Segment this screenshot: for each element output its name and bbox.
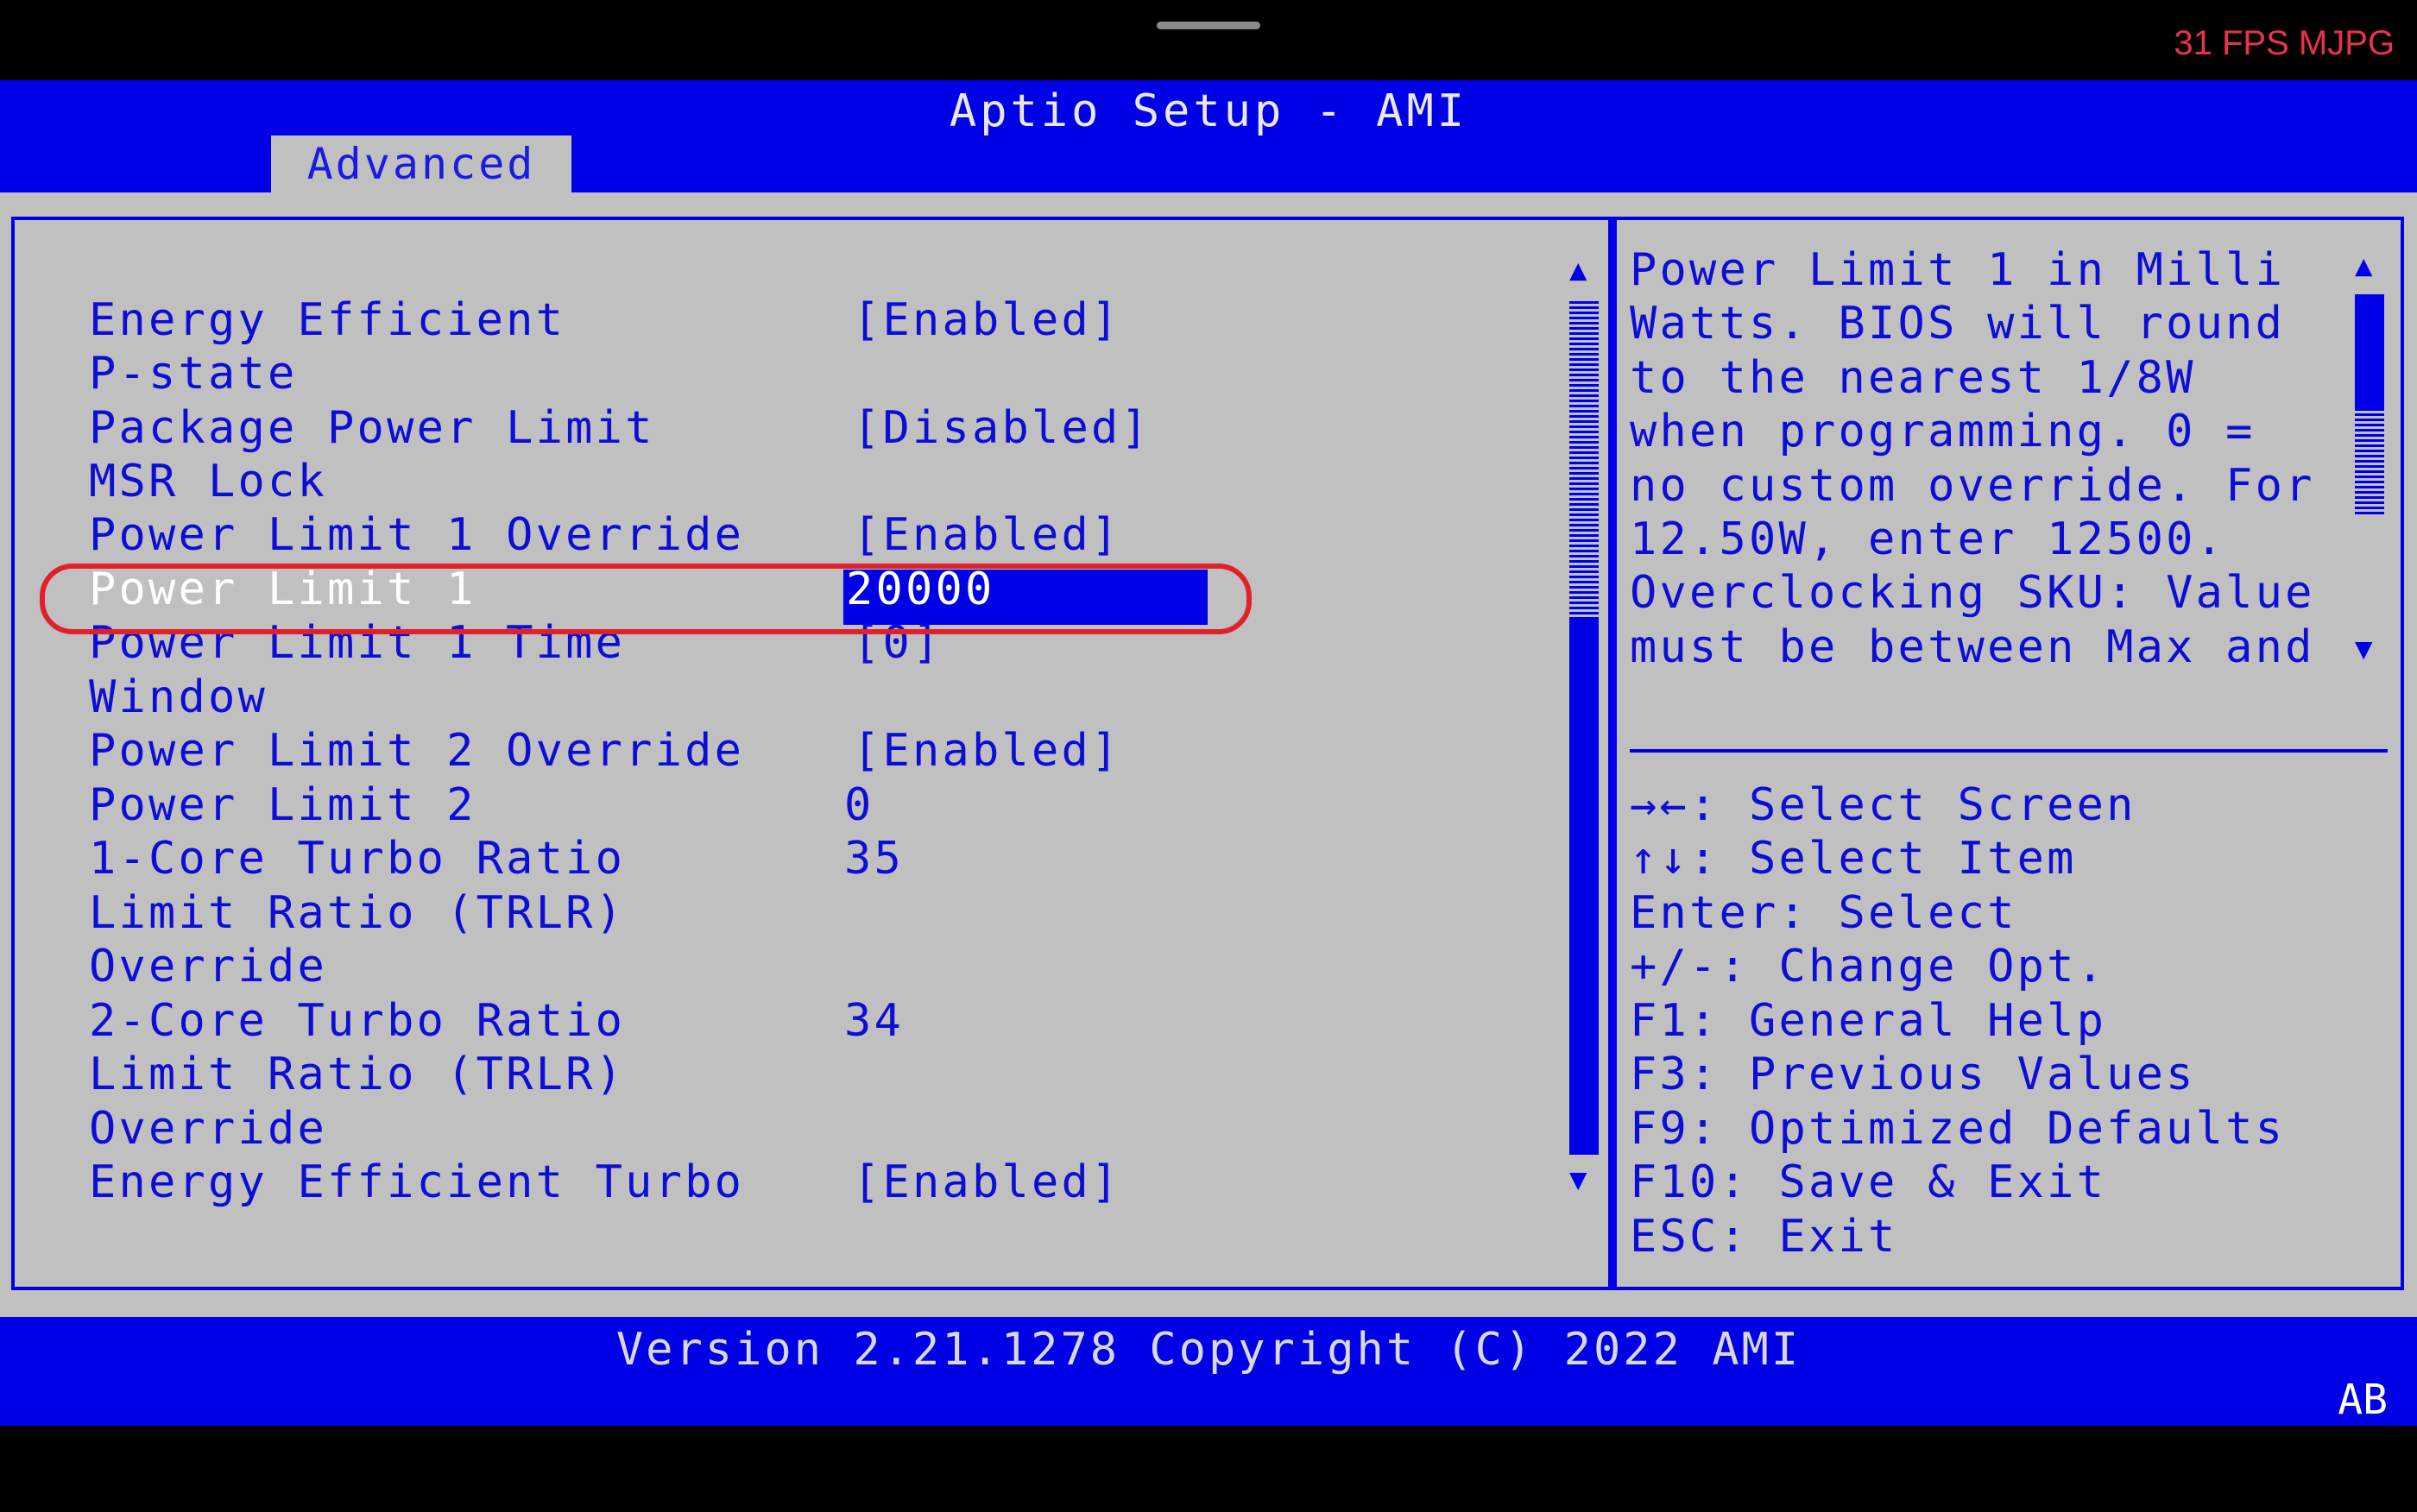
setting-label: Override: [89, 941, 328, 992]
key-hint: F1: General Help: [1630, 995, 2107, 1047]
setting-label[interactable]: Energy Efficient Turbo: [89, 1156, 744, 1208]
setting-value[interactable]: [Disabled]: [853, 402, 1151, 454]
help-text-line: Overclocking SKU: Value: [1630, 567, 2315, 619]
setting-label: P-state: [89, 348, 298, 400]
key-hint: F3: Previous Values: [1630, 1049, 2196, 1100]
scrollbar-track[interactable]: [1569, 300, 1599, 620]
help-text-line: must be between Max and: [1630, 621, 2315, 673]
key-hint: F9: Optimized Defaults: [1630, 1103, 2286, 1155]
scroll-down-arrow-icon[interactable]: ▼: [2355, 634, 2372, 664]
header: Aptio Setup - AMI Advanced: [0, 80, 2417, 192]
footer: Version 2.21.1278 Copyright (C) 2022 AMI…: [0, 1317, 2417, 1426]
key-hint: →←: Select Screen: [1630, 779, 2136, 831]
setting-label[interactable]: Power Limit 2 Override: [89, 725, 744, 777]
setting-value[interactable]: [Enabled]: [853, 725, 1121, 777]
setting-label: Limit Ratio (TRLR): [89, 1049, 626, 1100]
setting-value[interactable]: [Enabled]: [853, 294, 1121, 346]
setting-label: MSR Lock: [89, 456, 328, 507]
help-text-line: 12.50W, enter 12500.: [1630, 513, 2226, 565]
tab-advanced[interactable]: Advanced: [271, 135, 571, 192]
help-separator: [1630, 749, 2388, 753]
setting-label[interactable]: Power Limit 2: [89, 779, 476, 831]
setting-value[interactable]: 0: [844, 779, 874, 831]
setting-value[interactable]: 34: [844, 995, 904, 1047]
setting-value[interactable]: [Enabled]: [853, 509, 1121, 561]
scrollbar-thumb[interactable]: [1569, 620, 1599, 1155]
setting-label[interactable]: 2-Core Turbo Ratio: [89, 995, 625, 1047]
help-text-line: Power Limit 1 in Milli: [1630, 244, 2286, 296]
tab-advanced-label: Advanced: [306, 139, 536, 189]
help-text-line: Watts. BIOS will round: [1630, 298, 2286, 350]
highlight-annotation-ring: [40, 564, 1252, 634]
setting-label[interactable]: Energy Efficient: [89, 294, 565, 346]
help-text-line: when programming. 0 =: [1630, 406, 2256, 457]
setting-label: Limit Ratio (TRLR): [89, 887, 626, 939]
scroll-up-arrow-icon[interactable]: ▲: [2355, 251, 2372, 280]
footer-badge: AB: [2338, 1376, 2388, 1424]
setting-label: Window: [89, 671, 268, 723]
key-hint: ↑↓: Select Item: [1630, 833, 2077, 885]
fps-label: 31 FPS MJPG: [2174, 24, 2395, 62]
key-hint: Enter: Select: [1630, 887, 2017, 939]
version-copyright: Version 2.21.1278 Copyright (C) 2022 AMI: [615, 1324, 1802, 1376]
drag-handle[interactable]: [1157, 22, 1260, 29]
setting-value[interactable]: 35: [844, 833, 904, 885]
app-title: Aptio Setup - AMI: [949, 85, 1468, 137]
key-hint: +/-: Change Opt.: [1630, 941, 2107, 992]
key-hint: F10: Save & Exit: [1630, 1156, 2107, 1208]
setting-label[interactable]: Power Limit 1 Override: [89, 509, 744, 561]
key-hint: ESC: Exit: [1630, 1211, 1898, 1263]
main-area: Energy Efficient [Enabled] P-state Packa…: [0, 192, 2417, 1317]
scroll-down-arrow-icon[interactable]: ▼: [1569, 1165, 1587, 1194]
setting-value[interactable]: [Enabled]: [853, 1156, 1121, 1208]
setting-label[interactable]: Package Power Limit: [89, 402, 655, 454]
setting-label: Override: [89, 1103, 328, 1155]
help-text-line: to the nearest 1/8W: [1630, 352, 2196, 404]
help-scrollbar-thumb[interactable]: [2355, 294, 2384, 411]
setting-label[interactable]: 1-Core Turbo Ratio: [89, 833, 625, 885]
help-text-line: no custom override. For: [1630, 460, 2315, 512]
scroll-up-arrow-icon[interactable]: ▲: [1569, 255, 1587, 285]
